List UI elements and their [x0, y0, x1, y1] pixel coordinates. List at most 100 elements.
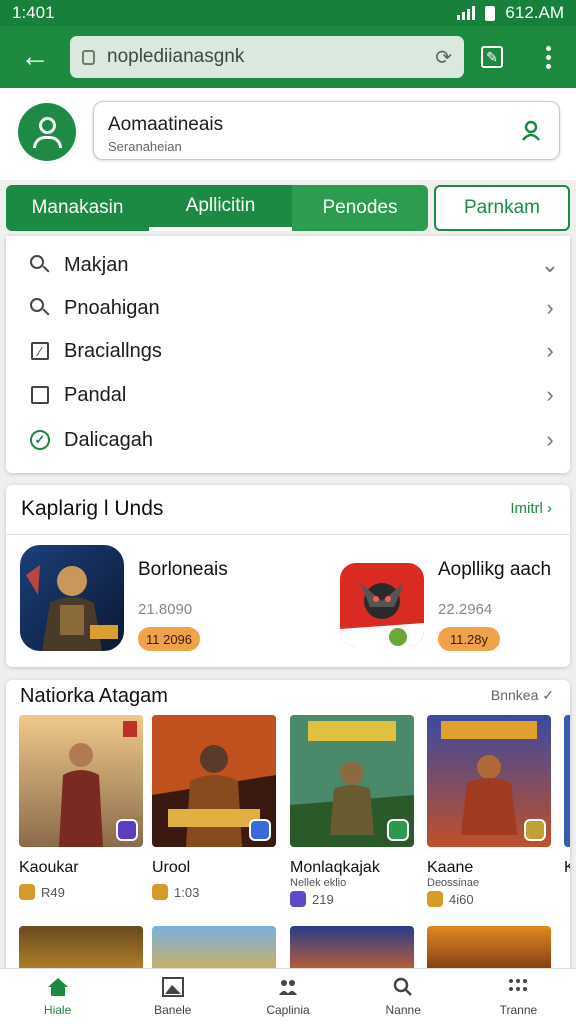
menu-item[interactable]: Pnoahigan ›	[6, 286, 570, 330]
game-meta: 4i60	[427, 891, 551, 907]
nav-item[interactable]: Banele	[115, 969, 230, 1024]
tab-1[interactable]: Manakasin	[6, 185, 149, 231]
game-badge-icon	[116, 819, 138, 841]
people-icon	[279, 979, 297, 995]
nav-home[interactable]: Hiale	[0, 969, 115, 1024]
user-body-icon	[33, 136, 62, 148]
more-vert-icon	[545, 45, 551, 69]
chevron-right-icon: ›	[546, 427, 554, 452]
app-name: Aopllikg aach	[438, 559, 552, 580]
featured-app[interactable]: Borloneais 21.8090 11 2096	[20, 545, 310, 655]
signal-icon	[457, 6, 476, 20]
menu-item[interactable]: ∕ Braciallngs ›	[6, 329, 570, 373]
game-tile[interactable]: Kaoukar R49	[19, 715, 143, 900]
game-name: Urool	[152, 859, 191, 876]
search-icon	[393, 977, 413, 996]
home-icon	[47, 977, 68, 996]
overflow-menu-button[interactable]	[520, 26, 576, 88]
reload-icon[interactable]: ⟳	[435, 45, 452, 70]
game-tile[interactable]: K	[564, 715, 570, 877]
bottom-nav: Hiale Banele Caplinia Nanne Tranne	[0, 968, 576, 1024]
rating-icon	[427, 891, 443, 907]
nav-label: Banele	[154, 1002, 192, 1017]
game-thumbnail[interactable]	[290, 715, 414, 847]
divider	[6, 534, 570, 535]
game-thumbnail[interactable]	[427, 715, 551, 847]
menu-item[interactable]: Makjan ⌄	[6, 243, 570, 287]
games-section: Natiorka Atagam Bnnkea ✓ Kaoukar R49 Uro…	[6, 680, 570, 980]
app-icon[interactable]	[340, 563, 424, 647]
nav-label: Hiale	[43, 1002, 72, 1017]
search-box-icon	[28, 253, 52, 277]
tab-3[interactable]: Penodes	[292, 185, 428, 231]
status-time: 1:401	[12, 3, 55, 22]
game-tile[interactable]: Kaane Deossinae 4i60	[427, 715, 551, 907]
featured-app[interactable]: Aopllikg aach 22.2964 11.28y	[340, 545, 566, 655]
nav-item[interactable]: Nanne	[346, 969, 461, 1024]
search-subtitle: Seranaheian	[108, 139, 182, 154]
game-badge-icon	[249, 819, 271, 841]
featured-section: Kaplarig l Unds Imitrl › Borloneais 21.8…	[6, 485, 570, 667]
game-thumbnail[interactable]	[564, 715, 570, 847]
section-title: Natiorka Atagam	[20, 685, 168, 707]
magnifier-icon	[28, 296, 52, 320]
nav-label: Caplinia	[266, 1002, 310, 1017]
chevron-right-icon: ›	[546, 338, 554, 363]
user-head-icon	[39, 117, 56, 134]
see-more-link[interactable]: Imitrl ›	[510, 500, 552, 517]
app-icon[interactable]	[20, 545, 124, 651]
game-name: Monlaqkajak	[290, 859, 380, 876]
app-subtitle: 21.8090	[138, 601, 193, 618]
game-tile[interactable]: Monlaqkajak Nellek eklio 219	[290, 715, 414, 907]
game-thumbnail[interactable]	[19, 715, 143, 847]
tab-4[interactable]: Parnkam	[434, 185, 570, 231]
price-badge[interactable]: 11 2096	[138, 627, 200, 651]
game-tile[interactable]: Urool 1:03	[152, 715, 276, 900]
avatar[interactable]	[18, 103, 76, 161]
search-input[interactable]: Aomaatineais Seranaheian	[93, 101, 560, 160]
nav-item[interactable]: Caplinia	[230, 969, 345, 1024]
menu-item-label: Pandal	[64, 383, 127, 406]
status-clock: 612.AM	[505, 3, 564, 22]
url-text: noplediianasgnk	[107, 46, 245, 67]
nav-label: Tranne	[499, 1002, 538, 1017]
nav-label: Nanne	[385, 1002, 421, 1017]
tab-2[interactable]: Apllicitin	[149, 185, 292, 231]
nav-item[interactable]: Tranne	[461, 969, 576, 1024]
menu-item-label: Makjan	[64, 253, 129, 276]
see-more-link[interactable]: Bnnkea ✓	[491, 687, 554, 704]
url-field[interactable]: noplediianasgnk ⟳	[70, 36, 464, 78]
image-icon	[161, 976, 184, 997]
menu-item[interactable]: ✓ Dalicagah ›	[6, 418, 570, 462]
game-subtitle: Deossinae	[427, 877, 479, 889]
app-name: Borloneais	[138, 559, 228, 580]
rating-icon	[152, 884, 168, 900]
game-subtitle: Nellek eklio	[290, 877, 347, 889]
game-badge-icon	[524, 819, 546, 841]
chevron-down-icon: ⌄	[540, 252, 560, 277]
menu-item[interactable]: Pandal ›	[6, 373, 570, 417]
edit-button[interactable]: ✎	[464, 26, 520, 88]
status-bar: 1:401 612.AM	[0, 0, 576, 26]
menu-item-label: Braciallngs	[64, 339, 162, 362]
checkbox-icon[interactable]	[28, 383, 52, 407]
rating-icon	[290, 891, 306, 907]
back-button[interactable]: ←	[0, 26, 70, 88]
rating-icon	[19, 884, 35, 900]
price-badge[interactable]: 11.28y	[438, 627, 500, 651]
menu-item-label: Dalicagah	[64, 428, 153, 451]
chevron-right-icon: ›	[546, 382, 554, 407]
game-name: K	[564, 859, 570, 876]
game-name: Kaane	[427, 859, 474, 876]
section-title: Kaplarig l Unds	[21, 497, 164, 520]
game-badge-icon	[387, 819, 409, 841]
person-search-icon[interactable]	[521, 120, 541, 142]
game-thumbnail[interactable]	[152, 715, 276, 847]
game-meta: 219	[290, 891, 414, 907]
battery-icon	[485, 5, 496, 21]
edit-square-icon: ∕	[28, 339, 52, 363]
menu-item-label: Pnoahigan	[64, 296, 160, 319]
browser-toolbar: ← noplediianasgnk ⟳ ✎	[0, 26, 576, 88]
check-circle-icon: ✓	[28, 428, 52, 452]
tab-bar: Manakasin Apllicitin Penodes Parnkam	[6, 185, 570, 231]
